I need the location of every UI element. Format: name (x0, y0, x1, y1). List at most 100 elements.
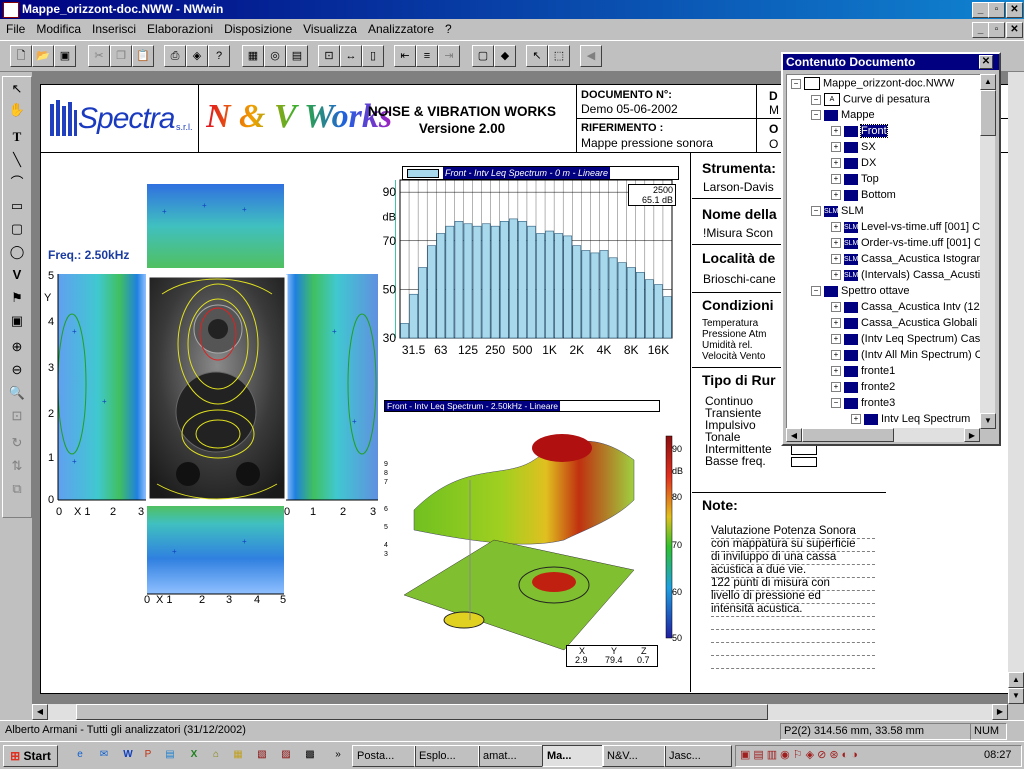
tree-item[interactable]: − A Curve di pesatura (811, 93, 930, 106)
doc-close-button[interactable]: ✕ (1006, 22, 1023, 38)
expand-icon[interactable]: + (831, 270, 841, 281)
scroll-down-icon[interactable]: ▼ (1008, 688, 1024, 704)
copy-icon[interactable]: ❐ (110, 45, 132, 67)
zoom-window-icon[interactable]: ⊡ (318, 45, 340, 67)
minimize-button[interactable]: _ (972, 2, 989, 18)
align-left-icon[interactable]: ⇤ (394, 45, 416, 67)
tree-item[interactable]: − SLM SLM (811, 205, 864, 217)
expand-icon[interactable]: − (811, 286, 821, 297)
ie-icon[interactable]: e (72, 747, 88, 763)
tool-select-icon[interactable]: ⬚ (548, 45, 570, 67)
tree-scroll-down-icon[interactable]: ▼ (980, 413, 996, 429)
app-icon[interactable] (3, 2, 19, 18)
tree-item[interactable]: − Mappe_orizzont-doc.NWW (791, 77, 954, 90)
task-esplora[interactable]: Esplo... (414, 745, 480, 767)
nw-icon[interactable]: ▧ (254, 747, 270, 763)
v-tool-icon[interactable]: V (6, 265, 28, 285)
help-icon[interactable]: ? (208, 45, 230, 67)
ellipse-tool-icon[interactable]: ◯ (6, 242, 28, 262)
align-right-icon[interactable]: ⇥ (438, 45, 460, 67)
intermittente-checkbox[interactable] (791, 445, 817, 455)
scroll-left-icon[interactable]: ◀ (32, 704, 48, 720)
object-icon[interactable]: ◆ (494, 45, 516, 67)
tree-item[interactable]: + SLM Order-vs-time.uff [001] Ca (831, 237, 981, 249)
tray-icons[interactable]: ▣▤▥◉⚐◈⊘⊛◐◑ (740, 748, 861, 761)
tree-scroll-up-icon[interactable]: ▲ (980, 74, 996, 90)
expand-icon[interactable]: + (831, 334, 841, 345)
binoculars-icon[interactable]: ◎ (264, 45, 286, 67)
expand-icon[interactable]: + (831, 318, 841, 329)
print-preview-icon[interactable]: ◈ (186, 45, 208, 67)
nw2-icon[interactable]: ▨ (278, 747, 294, 763)
align-icon[interactable]: ≡ (416, 45, 438, 67)
expand-icon[interactable]: + (831, 158, 841, 169)
save-icon[interactable]: ▣ (54, 45, 76, 67)
find-icon[interactable]: ▦ (242, 45, 264, 67)
tree-scroll-thumb[interactable] (980, 90, 996, 136)
word-icon[interactable]: W (120, 747, 136, 763)
expand-icon[interactable]: + (831, 254, 841, 265)
tree-scroll-thumb-h[interactable] (802, 428, 894, 442)
close-button[interactable]: ✕ (1006, 2, 1023, 18)
grid-icon[interactable]: ▢ (472, 45, 494, 67)
menu-modifica[interactable]: Modifica (30, 19, 86, 36)
tree-item[interactable]: + Top (831, 173, 879, 185)
tree-item[interactable]: − fronte3 (831, 397, 895, 409)
tree-item[interactable]: + Front (831, 124, 888, 138)
arrow-tool-icon[interactable]: ↖ (6, 79, 28, 99)
outlook-icon[interactable]: ✉ (96, 747, 112, 763)
menu-file[interactable]: File (0, 19, 30, 36)
hand-tool-icon[interactable]: ✋ (6, 100, 28, 120)
polyline-tool-icon[interactable]: ⌒ (6, 173, 28, 193)
tree-item[interactable]: + SLM Cassa_Acustica Istogram (831, 253, 981, 265)
tree-item[interactable]: − Mappe (811, 109, 875, 121)
task-jasc[interactable]: Jasc... (664, 745, 732, 767)
new-icon[interactable]: 🗋 (10, 45, 32, 67)
tree-scroll-right-icon[interactable]: ▶ (964, 428, 980, 442)
zoom-in-icon[interactable]: ⊕ (6, 337, 28, 357)
expand-icon[interactable]: + (831, 302, 841, 313)
task-nv[interactable]: N&V... (602, 745, 666, 767)
start-button[interactable]: ⊞ Start (3, 745, 58, 767)
rectangle-tool-icon[interactable]: ▭ (6, 196, 28, 216)
expand-icon[interactable]: + (831, 142, 841, 153)
zoom-fit-icon[interactable]: ⊡ (6, 406, 28, 426)
flip-icon[interactable]: ⇅ (6, 456, 28, 476)
app-icon-2[interactable]: ▩ (302, 747, 318, 763)
tree-item[interactable]: + SLM Level-vs-time.uff [001] Ca (831, 221, 981, 233)
expand-icon[interactable]: + (831, 126, 841, 137)
notepad-icon[interactable]: ▦ (230, 747, 246, 763)
vertical-scrollbar[interactable]: ▲ ▼ (1008, 72, 1024, 704)
task-mappe-active[interactable]: Ma... (542, 745, 604, 767)
paste-icon[interactable]: 📋 (132, 45, 154, 67)
menu-elaborazioni[interactable]: Elaborazioni (141, 19, 218, 36)
horizontal-scrollbar[interactable]: ◀ ▶ (32, 704, 1008, 720)
powerpoint-icon[interactable]: P (140, 747, 156, 763)
expand-icon[interactable]: − (811, 94, 821, 105)
rotate-icon[interactable]: ↻ (6, 433, 28, 453)
tree-item[interactable]: + fronte2 (831, 381, 895, 393)
expand-icon[interactable]: − (811, 206, 821, 217)
document-contents-close-button[interactable]: ✕ (979, 55, 993, 69)
zoom-icon[interactable]: 🔍 (6, 383, 28, 403)
expand-icon[interactable]: + (831, 190, 841, 201)
scroll-up-icon[interactable]: ▲ (1008, 672, 1024, 688)
expand-icon[interactable]: − (811, 110, 821, 121)
expand-icon[interactable]: − (831, 398, 841, 409)
expand-icon[interactable]: − (791, 78, 801, 89)
tree-item[interactable]: + DX (831, 157, 876, 169)
expand-icon[interactable]: + (831, 382, 841, 393)
zoom-out-icon[interactable]: ⊖ (6, 360, 28, 380)
text-tool-icon[interactable]: T (6, 127, 28, 147)
tree-vertical-scrollbar[interactable]: ▲ ▼ (980, 74, 996, 429)
menu-visualizza[interactable]: Visualizza (297, 19, 362, 36)
tree-item[interactable]: + SLM (Intervals) Cassa_Acustic (831, 269, 981, 281)
maximize-button[interactable]: ▫ (988, 2, 1005, 18)
pointer-select-icon[interactable]: ↖ (526, 45, 548, 67)
tree-scroll-left-icon[interactable]: ◀ (786, 428, 802, 442)
view-icon[interactable]: ▤ (286, 45, 308, 67)
tree-item[interactable]: + Bottom (831, 189, 896, 201)
menu-inserisci[interactable]: Inserisci (86, 19, 141, 36)
tree-item[interactable]: + Cassa_Acustica Intv (12/ (831, 301, 981, 313)
open-icon[interactable]: 📂 (32, 45, 54, 67)
